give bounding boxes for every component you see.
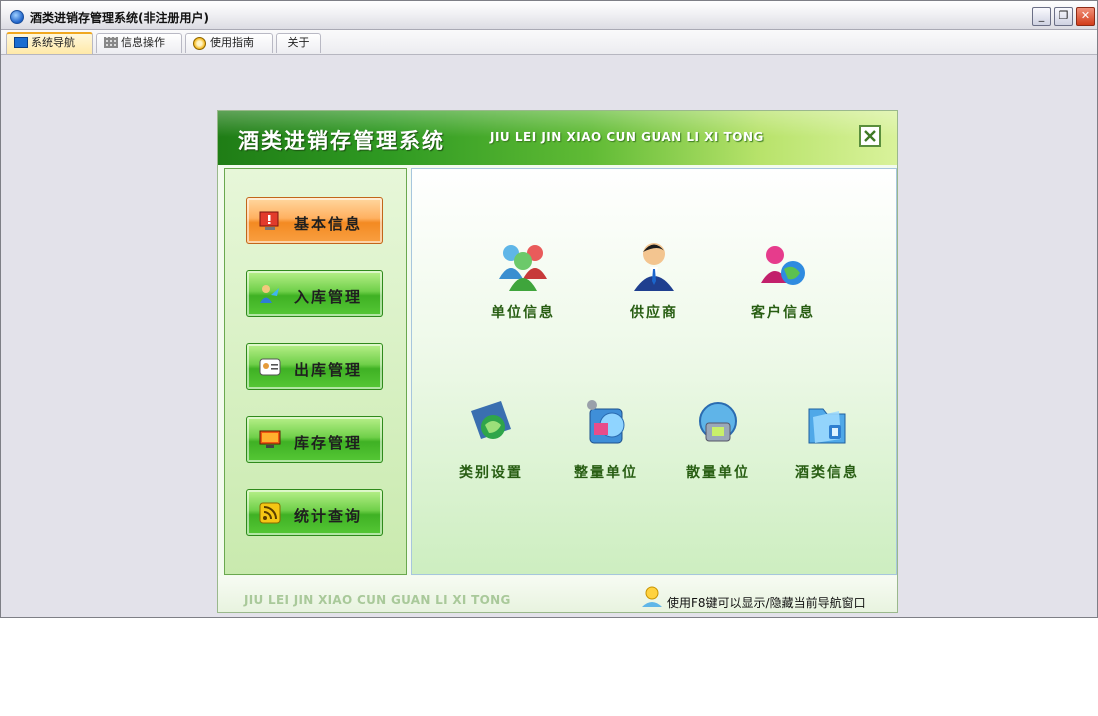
menu-label: 出库管理 [294,361,363,379]
tab-label: 系统导航 [31,36,75,49]
inventory-monitor-icon [259,430,281,448]
rss-icon [259,502,281,524]
wine-folder-icon [808,408,846,444]
stock-out-icon [259,358,281,376]
navigation-panel: 酒类进销存管理系统 JIU LEI JIN XIAO CUN GUAN LI X… [217,110,898,613]
feature-label: 类别设置 [459,465,523,481]
feature-wine-info[interactable]: 酒类信息 [779,395,875,481]
feature-label: 客户信息 [751,305,815,321]
tab-user-guide[interactable]: 使用指南 [185,33,273,53]
feature-label: 散量单位 [686,465,750,481]
window-title: 酒类进销存管理系统(非注册用户) [30,11,209,25]
grid-icon [104,37,118,48]
menu-inventory-button[interactable]: 库存管理 [246,416,383,463]
monitor-icon [14,37,28,48]
tab-info-operations[interactable]: 信息操作 [96,33,182,53]
footer-hint-text: 使用F8键可以显示/隐藏当前导航窗口 [667,596,866,610]
tab-label: 信息操作 [121,36,165,49]
menu-basic-info-button[interactable]: 基本信息 [246,197,383,244]
menu-label: 统计查询 [294,507,363,525]
category-globe-icon [471,401,511,439]
maximize-button[interactable]: ❐ [1054,7,1073,26]
feature-unit-info[interactable]: 单位信息 [475,235,571,321]
bulk-unit-icon [699,402,737,442]
users-group-icon [499,245,547,291]
tab-system-navigation[interactable]: 系统导航 [6,32,93,54]
customers-globe-icon [761,246,805,285]
navigation-header: 酒类进销存管理系统 JIU LEI JIN XIAO CUN GUAN LI X… [218,111,897,165]
feature-category-settings[interactable]: 类别设置 [443,395,539,481]
minimize-button[interactable]: _ [1032,7,1051,26]
feature-label: 整量单位 [574,465,638,481]
navigation-footer: JIU LEI JIN XIAO CUN GUAN LI XI TONG 使用F… [218,576,897,612]
close-icon [864,130,876,142]
tab-label: 关于 [287,36,310,49]
alert-monitor-icon [259,211,279,230]
help-icon [193,37,206,50]
footer-subtitle: JIU LEI JIN XIAO CUN GUAN LI XI TONG [244,593,511,607]
tab-label: 使用指南 [210,36,254,49]
tab-about[interactable]: 关于 [276,33,321,53]
feature-supplier[interactable]: 供应商 [606,235,702,321]
main-window: 酒类进销存管理系统(非注册用户) _ ❐ ✕ 系统导航 信息操作 使用指南 关于… [0,0,1098,618]
menu-statistics-button[interactable]: 统计查询 [246,489,383,536]
title-bar[interactable]: 酒类进销存管理系统(非注册用户) _ ❐ ✕ [1,1,1097,30]
feature-label: 酒类信息 [795,465,859,481]
navigation-title: 酒类进销存管理系统 [238,129,445,153]
supplier-person-icon [634,243,674,291]
navigation-menu: 基本信息 入库管理 出库管理 库存管理 统计查询 [224,168,407,575]
feature-bulk-unit[interactable]: 散量单位 [670,395,766,481]
menu-label: 入库管理 [294,288,363,306]
menu-stock-out-button[interactable]: 出库管理 [246,343,383,390]
whole-unit-icon [587,400,625,444]
feature-customer-info[interactable]: 客户信息 [735,235,831,321]
feature-area: 单位信息 供应商 客户信息 类别设置 整量单位 散量单位 酒类信息 [411,168,897,575]
menu-stock-in-button[interactable]: 入库管理 [246,270,383,317]
navigation-close-button[interactable] [859,125,881,147]
stock-in-icon [260,285,279,303]
app-logo-icon [10,10,24,24]
feature-label: 供应商 [630,305,678,321]
menu-label: 库存管理 [294,434,363,452]
feature-label: 单位信息 [491,305,555,321]
navigation-subtitle: JIU LEI JIN XIAO CUN GUAN LI XI TONG [490,130,764,144]
menu-label: 基本信息 [294,215,363,233]
tab-bar: 系统导航 信息操作 使用指南 关于 [1,30,1097,55]
close-button[interactable]: ✕ [1076,7,1095,26]
feature-whole-unit[interactable]: 整量单位 [558,395,654,481]
hint-person-icon [642,586,662,607]
